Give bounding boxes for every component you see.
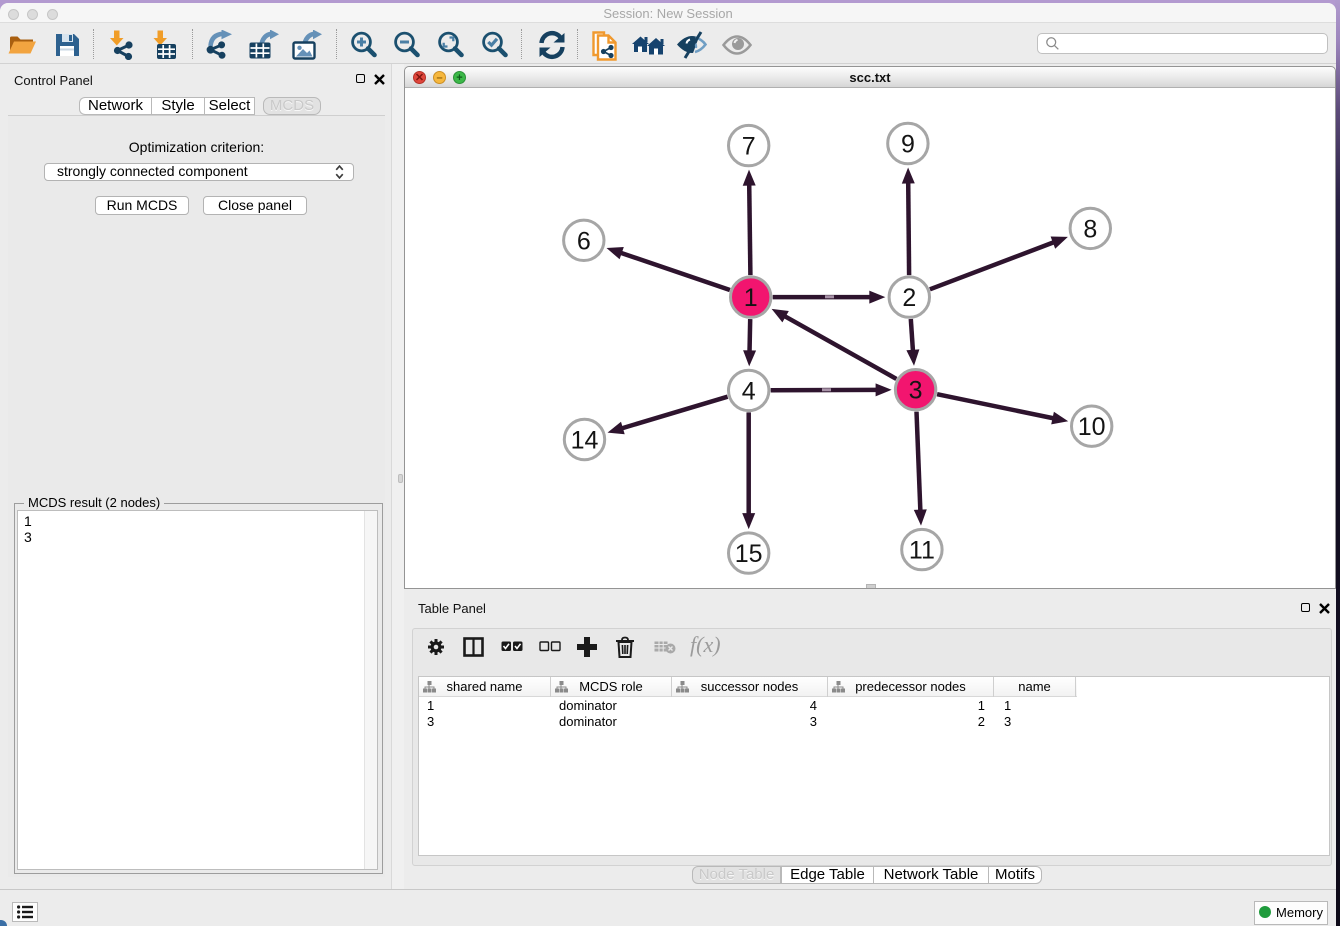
svg-text:4: 4 [742, 377, 756, 405]
svg-text:1: 1 [744, 284, 758, 312]
svg-text:11: 11 [909, 537, 935, 565]
svg-text:10: 10 [1078, 413, 1106, 441]
svg-text:8: 8 [1083, 215, 1097, 243]
svg-text:15: 15 [735, 540, 763, 568]
svg-text:7: 7 [742, 133, 756, 161]
svg-text:3: 3 [909, 377, 923, 405]
svg-text:2: 2 [902, 284, 916, 312]
svg-text:9: 9 [901, 131, 915, 159]
svg-text:6: 6 [577, 227, 591, 255]
svg-text:14: 14 [571, 427, 599, 455]
